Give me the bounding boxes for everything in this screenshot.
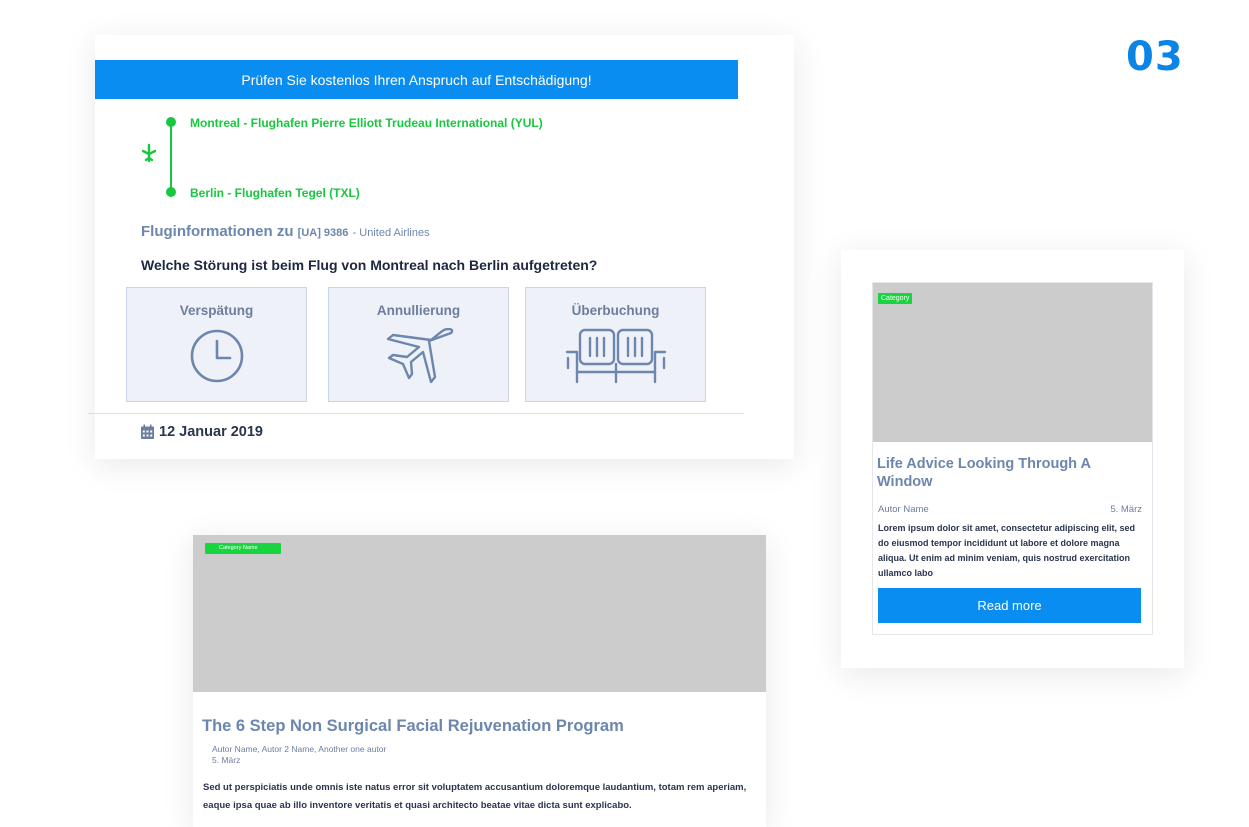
category-badge[interactable]: Category — [878, 293, 913, 304]
flight-info-label: Fluginformationen zu — [141, 223, 294, 240]
feature-date: 5. März — [212, 755, 241, 765]
feature-excerpt: Sed ut perspiciatis unde omnis iste natu… — [203, 782, 747, 811]
page-number: 03 — [1126, 34, 1184, 80]
feature-image-placeholder[interactable] — [193, 535, 766, 692]
article-card[interactable]: Category Life Advice Looking Through A W… — [872, 282, 1153, 635]
destination-dot — [166, 187, 176, 197]
seats-icon — [565, 328, 666, 384]
option-cancellation-label: Annullierung — [376, 303, 461, 318]
feature-article-card: Category Name The 6 Step Non Surgical Fa… — [193, 535, 766, 827]
option-overbooking-label: Überbuchung — [571, 303, 660, 318]
claim-banner[interactable]: Prüfen Sie kostenlos Ihren Anspruch auf … — [95, 60, 738, 99]
read-more-button[interactable]: Read more — [878, 588, 1141, 623]
feature-authors: Autor Name, Autor 2 Name, Another one au… — [212, 744, 387, 754]
card-divider — [88, 413, 744, 414]
article-author: Autor Name — [878, 504, 929, 515]
date-row: 12 Januar 2019 — [140, 424, 263, 440]
article-card-frame: Category Life Advice Looking Through A W… — [841, 250, 1184, 668]
route-origin: Montreal - Flughafen Pierre Elliott Trud… — [190, 116, 543, 130]
airline-name: - United Airlines — [352, 227, 430, 239]
article-excerpt: Lorem ipsum dolor sit amet, consectetur … — [878, 523, 1136, 578]
route-line — [170, 123, 172, 193]
flight-date: 12 Januar 2019 — [159, 424, 263, 440]
article-title[interactable]: Life Advice Looking Through A Window — [877, 455, 1137, 491]
option-delay[interactable]: Verspätung — [126, 287, 307, 402]
option-overbooking[interactable]: Überbuchung — [525, 287, 706, 402]
disruption-question: Welche Störung ist beim Flug von Montrea… — [141, 257, 598, 273]
flight-number: [UA] 9386 — [297, 227, 349, 239]
article-image-placeholder[interactable] — [873, 283, 1152, 442]
airplane-icon — [386, 328, 453, 384]
option-delay-label: Verspätung — [179, 303, 254, 318]
flight-info-heading: Fluginformationen zu [UA] 9386 - United … — [141, 223, 430, 240]
origin-dot — [166, 117, 176, 127]
feature-title[interactable]: The 6 Step Non Surgical Facial Rejuvenat… — [202, 717, 624, 736]
airplane-landing-icon — [141, 143, 157, 163]
calendar-icon — [141, 424, 154, 439]
flight-claim-card: Prüfen Sie kostenlos Ihren Anspruch auf … — [88, 35, 794, 459]
route-destination: Berlin - Flughafen Tegel (TXL) — [190, 186, 360, 200]
feature-category-badge[interactable]: Category Name — [205, 543, 281, 554]
option-cancellation[interactable]: Annullierung — [328, 287, 509, 402]
clock-icon — [190, 329, 243, 383]
article-date: 5. März — [1110, 504, 1142, 515]
